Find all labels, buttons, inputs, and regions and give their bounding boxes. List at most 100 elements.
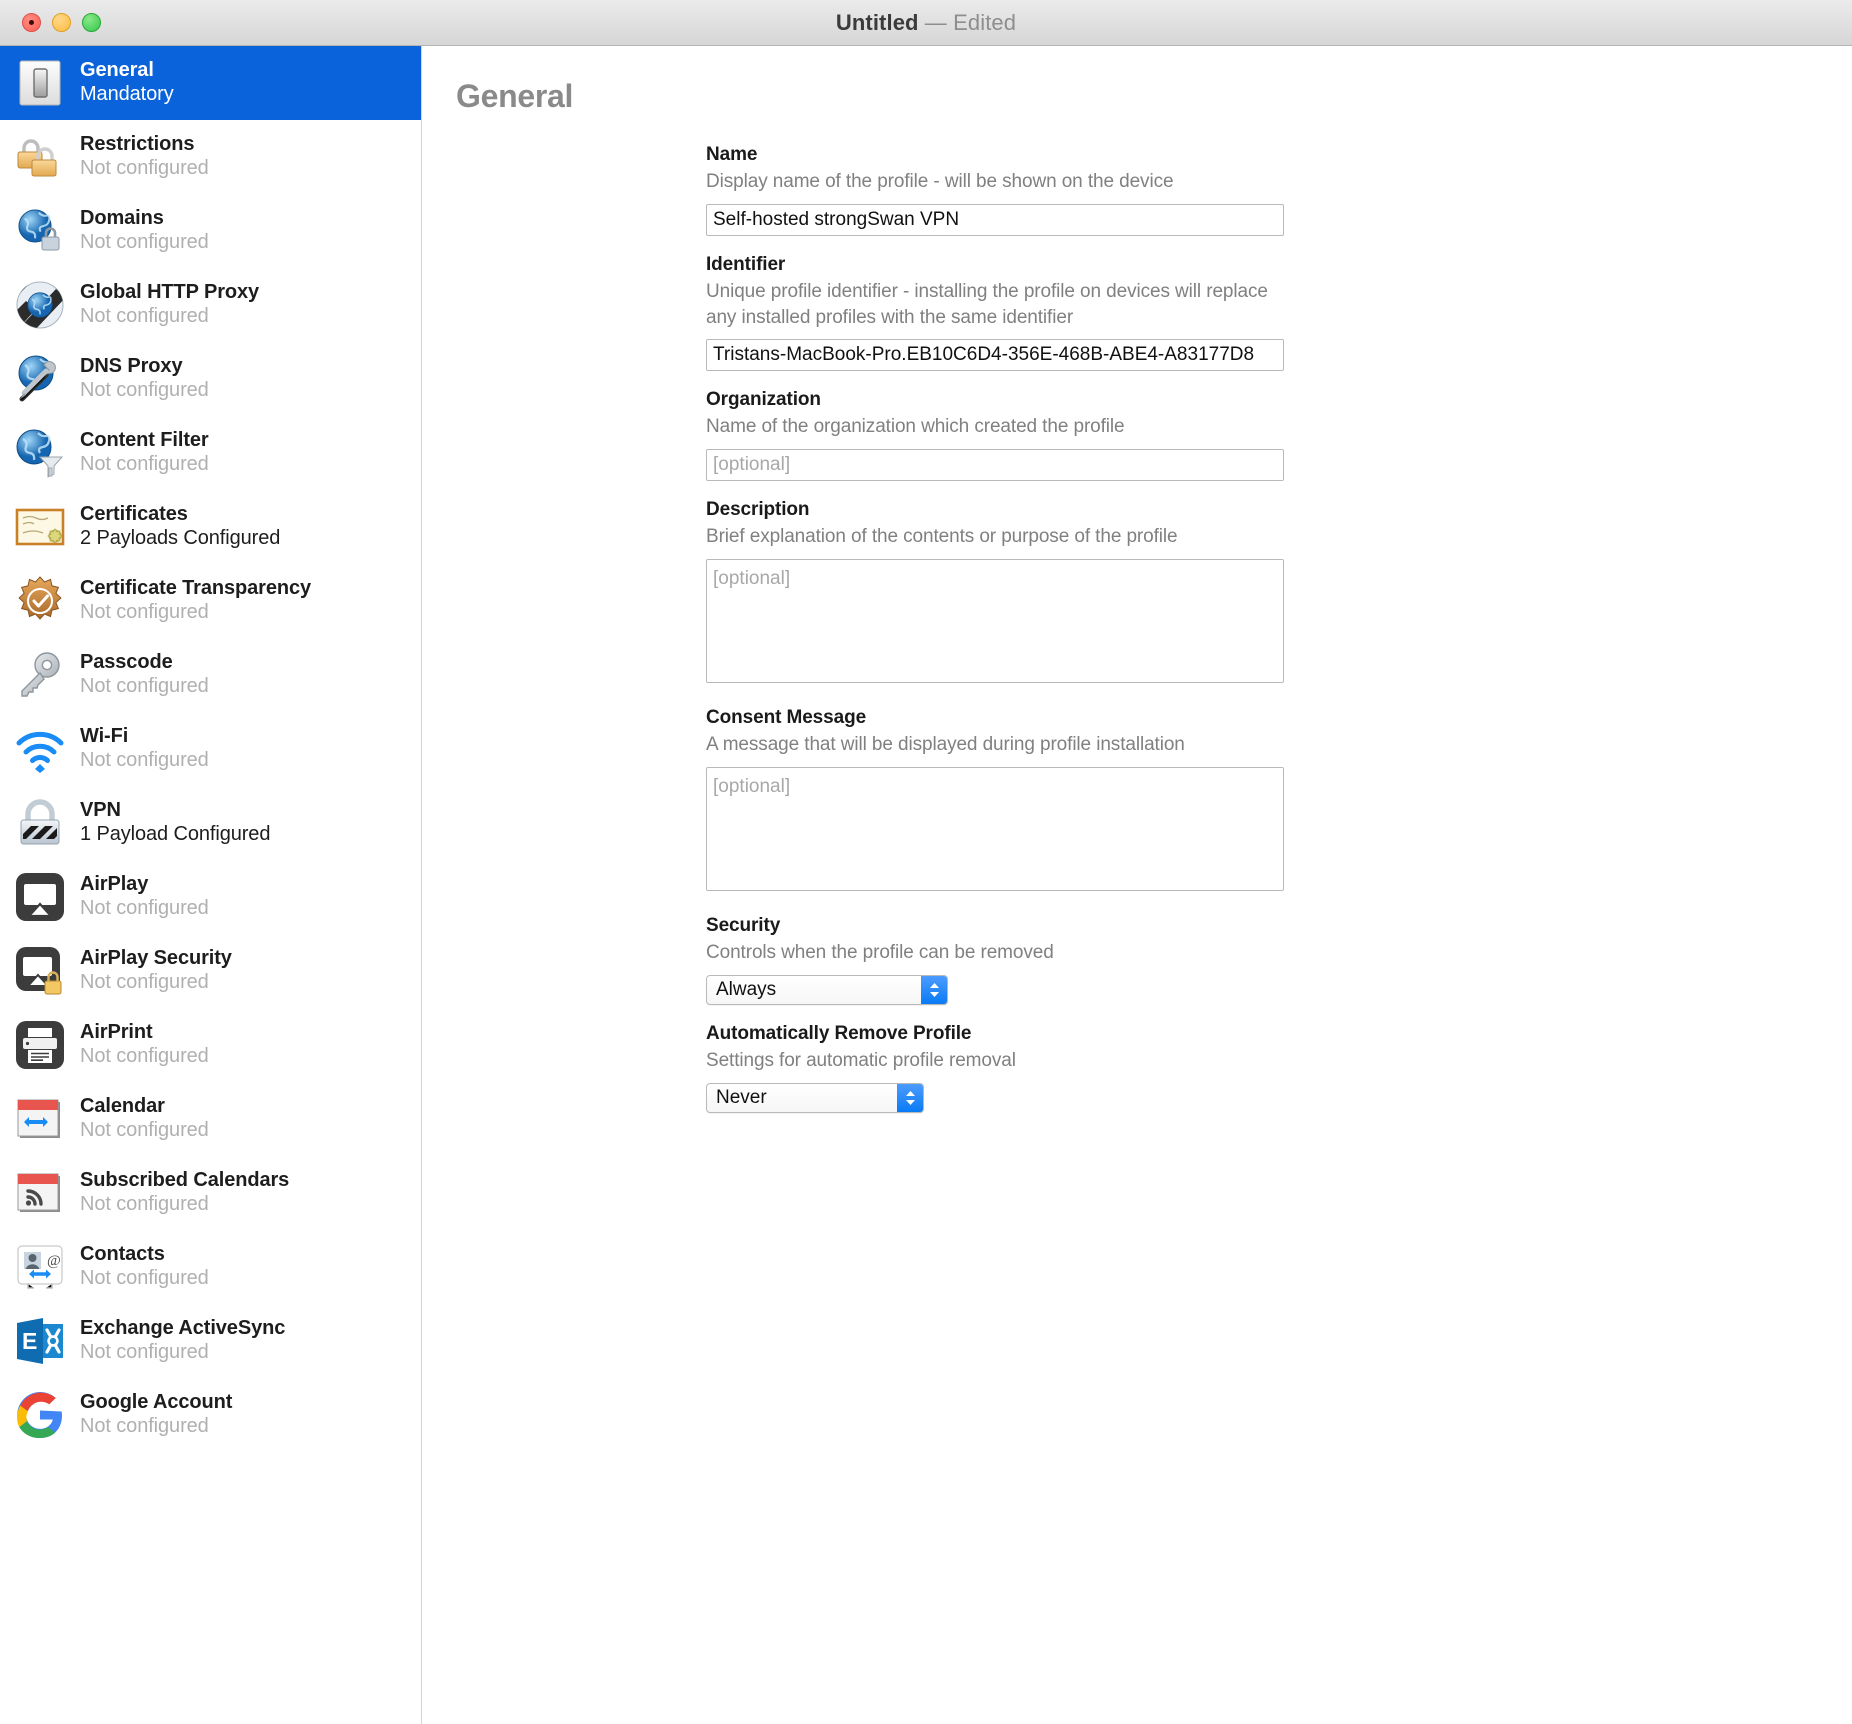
sidebar-item-label: Calendar — [80, 1095, 165, 1118]
sidebar-item-status: Not configured — [80, 675, 209, 697]
sidebar-item-label: Domains — [80, 207, 164, 230]
field-identifier: Identifier Unique profile identifier - i… — [706, 254, 1284, 372]
sidebar-item-text: Passcode Not configured — [80, 651, 209, 698]
sidebar-item-subscribed-calendars[interactable]: Subscribed Calendars Not configured — [0, 1156, 421, 1230]
svg-text:E: E — [22, 1328, 37, 1354]
sidebar-item-status: Not configured — [80, 601, 209, 623]
sidebar-item-status: 1 Payload Configured — [80, 823, 271, 845]
sidebar-item-label: Subscribed Calendars — [80, 1169, 290, 1192]
sidebar-item-certificates[interactable]: Certificates 2 Payloads Configured — [0, 490, 421, 564]
security-dropdown[interactable]: Always — [706, 974, 948, 1005]
sidebar-item-text: Restrictions Not configured — [80, 133, 209, 180]
certificate-icon — [14, 501, 66, 553]
svg-text:@: @ — [47, 1253, 61, 1269]
auto-remove-dropdown-value: Never — [716, 1086, 767, 1108]
sidebar-item-general[interactable]: General Mandatory — [0, 46, 421, 120]
auto-remove-dropdown[interactable]: Never — [706, 1082, 924, 1113]
sidebar-item-label: Global HTTP Proxy — [80, 281, 260, 304]
sidebar-item-label: Passcode — [80, 651, 173, 674]
sidebar-item-status: 2 Payloads Configured — [80, 527, 281, 549]
sidebar-item-label: Wi-Fi — [80, 725, 129, 748]
organization-input[interactable]: [optional] — [706, 449, 1284, 482]
page-title: General — [456, 78, 574, 114]
zoom-button[interactable] — [82, 13, 101, 32]
consent-message-label: Consent Message — [706, 707, 867, 729]
airplay-lock-icon — [14, 945, 66, 997]
field-description: Description Brief explanation of the con… — [706, 499, 1284, 684]
sidebar-item-text: Content Filter Not configured — [80, 429, 209, 476]
sidebar-item-airplay[interactable]: AirPlay Not configured — [0, 860, 421, 934]
certificate-seal-icon — [14, 575, 66, 627]
sidebar-item-status: Not configured — [80, 897, 209, 919]
sidebar-item-certificate-transparency[interactable]: Certificate Transparency Not configured — [0, 564, 421, 638]
sidebar-item-restrictions[interactable]: Restrictions Not configured — [0, 120, 421, 194]
sidebar-item-text: AirPrint Not configured — [80, 1021, 209, 1068]
sidebar-item-text: Wi-Fi Not configured — [80, 725, 209, 772]
sidebar-item-dns-proxy[interactable]: DNS Proxy Not configured — [0, 342, 421, 416]
window-titlebar: Untitled — Edited — [0, 0, 1852, 46]
general-settings-form: Name Display name of the profile - will … — [706, 144, 1284, 1113]
sidebar-item-calendar[interactable]: Calendar Not configured — [0, 1082, 421, 1156]
sidebar-item-status: Not configured — [80, 453, 209, 475]
sidebar-item-text: Exchange ActiveSync Not configured — [80, 1317, 285, 1364]
sidebar-item-wi-fi[interactable]: Wi-Fi Not configured — [0, 712, 421, 786]
description-label: Description — [706, 499, 810, 521]
sidebar-item-status: Not configured — [80, 1045, 209, 1067]
field-organization: Organization Name of the organization wh… — [706, 389, 1284, 482]
sidebar-item-domains[interactable]: Domains Not configured — [0, 194, 421, 268]
sidebar-item-text: Calendar Not configured — [80, 1095, 209, 1142]
sidebar-item-status: Not configured — [80, 231, 209, 253]
sidebar-item-passcode[interactable]: Passcode Not configured — [0, 638, 421, 712]
traffic-light-group — [0, 13, 101, 32]
sidebar-item-status: Not configured — [80, 379, 209, 401]
field-name: Name Display name of the profile - will … — [706, 144, 1284, 236]
sidebar-item-google-account[interactable]: Google Account Not configured — [0, 1378, 421, 1452]
sidebar-item-status: Not configured — [80, 1119, 209, 1141]
payload-sidebar[interactable]: General Mandatory Restrictions Not configur… — [0, 46, 422, 1724]
sidebar-item-status: Mandatory — [80, 83, 174, 105]
sidebar-item-status: Not configured — [80, 157, 209, 179]
identifier-hint: Unique profile identifier - installing t… — [706, 280, 1268, 328]
identifier-input[interactable]: Tristans-MacBook-Pro.EB10C6D4-356E-468B-… — [706, 339, 1284, 372]
sidebar-item-label: AirPrint — [80, 1021, 153, 1044]
name-hint: Display name of the profile - will be sh… — [706, 171, 1174, 192]
sidebar-item-text: Global HTTP Proxy Not configured — [80, 281, 259, 328]
consent-message-hint: A message that will be displayed during … — [706, 734, 1185, 756]
globe-tools-icon — [14, 353, 66, 405]
padlocks-icon — [14, 131, 66, 183]
sidebar-item-status: Not configured — [80, 305, 209, 327]
description-textarea[interactable]: [optional] — [706, 559, 1284, 684]
sidebar-item-airprint[interactable]: AirPrint Not configured — [0, 1008, 421, 1082]
sidebar-item-label: DNS Proxy — [80, 355, 183, 378]
consent-message-textarea[interactable]: [optional] — [706, 766, 1284, 891]
sidebar-item-text: Contacts Not configured — [80, 1243, 209, 1290]
sidebar-item-status: Not configured — [80, 1341, 209, 1363]
chevron-updown-icon — [921, 975, 947, 1004]
chevron-updown-icon — [897, 1083, 923, 1112]
sidebar-item-label: Content Filter — [80, 429, 209, 452]
auto-remove-hint: Settings for automatic profile removal — [706, 1049, 1016, 1071]
sidebar-item-content-filter[interactable]: Content Filter Not configured — [0, 416, 421, 490]
window-title-document: Untitled — [835, 9, 919, 35]
sidebar-item-status: Not configured — [80, 1415, 209, 1437]
google-icon — [14, 1389, 66, 1441]
key-icon — [14, 649, 66, 701]
sidebar-item-label: Certificates — [80, 503, 188, 526]
sidebar-item-text: Domains Not configured — [80, 207, 209, 254]
sidebar-item-text: AirPlay Security Not configured — [80, 947, 232, 994]
contacts-sync-icon: @ — [14, 1241, 66, 1293]
sidebar-item-global-http-proxy[interactable]: Global HTTP Proxy Not configured — [0, 268, 421, 342]
name-input[interactable]: Self-hosted strongSwan VPN — [706, 203, 1284, 236]
identifier-label: Identifier — [706, 253, 786, 275]
sidebar-item-contacts[interactable]: @ Contacts Not configured — [0, 1230, 421, 1304]
sidebar-item-text: VPN 1 Payload Configured — [80, 799, 270, 846]
window-title: Untitled — Edited — [0, 10, 1852, 36]
sidebar-item-label: Exchange ActiveSync — [80, 1317, 286, 1340]
payload-detail-pane: General Name Display name of the profile… — [422, 46, 1852, 1724]
close-button[interactable] — [22, 13, 41, 32]
minimize-button[interactable] — [52, 13, 71, 32]
sidebar-item-airplay-security[interactable]: AirPlay Security Not configured — [0, 934, 421, 1008]
sidebar-item-vpn[interactable]: VPN 1 Payload Configured — [0, 786, 421, 860]
airplay-icon — [14, 871, 66, 923]
sidebar-item-exchange-activesync[interactable]: E Exchange ActiveSync Not configured — [0, 1304, 421, 1378]
